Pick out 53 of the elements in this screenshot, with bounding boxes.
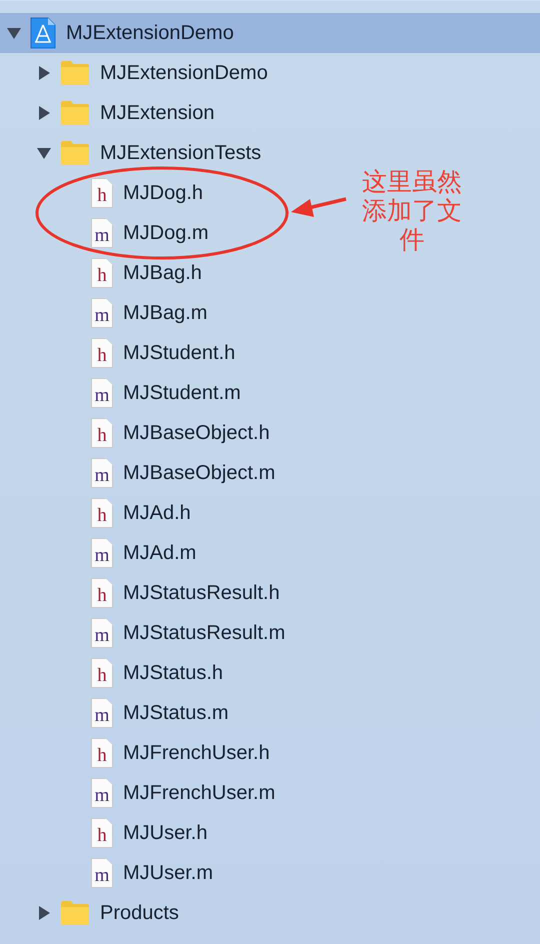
file-icon: m — [91, 858, 113, 888]
file-icon: m — [91, 458, 113, 488]
disclosure-triangle[interactable] — [6, 25, 22, 41]
file-icon: h — [91, 418, 113, 448]
file-icon: m — [91, 218, 113, 248]
file-icon: m — [91, 698, 113, 728]
folder-icon — [60, 100, 90, 126]
disclosure-triangle[interactable] — [36, 145, 52, 161]
navigator-row[interactable]: Products — [0, 893, 185, 933]
project-icon — [30, 17, 56, 49]
file-icon: m — [91, 298, 113, 328]
navigator-row[interactable]: m MJStudent.m — [0, 373, 247, 413]
navigator-row[interactable]: MJExtension — [0, 93, 220, 133]
folder-icon — [60, 900, 90, 926]
navigator-row[interactable]: m MJDog.m — [0, 213, 215, 253]
navigator-row[interactable]: h MJStatusResult.h — [0, 573, 286, 613]
navigator-row[interactable]: h MJStatus.h — [0, 653, 230, 693]
navigator-row[interactable]: h MJDog.h — [0, 173, 210, 213]
navigator-row[interactable]: m MJUser.m — [0, 853, 219, 893]
file-icon: m — [91, 538, 113, 568]
navigator-row[interactable]: m MJFrenchUser.m — [0, 773, 282, 813]
navigator-row[interactable]: h MJStudent.h — [0, 333, 242, 373]
file-icon: h — [91, 578, 113, 608]
file-icon: h — [91, 658, 113, 688]
disclosure-triangle[interactable] — [36, 105, 52, 121]
disclosure-triangle[interactable] — [36, 65, 52, 81]
navigator-row[interactable]: m MJBaseObject.m — [0, 453, 282, 493]
navigator-row[interactable]: h MJBag.h — [0, 253, 208, 293]
navigator-row[interactable]: h MJUser.h — [0, 813, 214, 853]
file-icon: h — [91, 738, 113, 768]
file-icon: h — [91, 338, 113, 368]
navigator-row[interactable]: MJExtensionTests — [0, 133, 268, 173]
file-icon: h — [91, 258, 113, 288]
folder-icon — [60, 60, 90, 86]
navigator-row[interactable]: m MJStatus.m — [0, 693, 235, 733]
folder-icon — [60, 140, 90, 166]
navigator-row[interactable]: h MJBaseObject.h — [0, 413, 276, 453]
navigator-row[interactable]: MJExtensionDemo — [0, 53, 274, 93]
navigator-row[interactable]: h MJAd.h — [0, 493, 197, 533]
navigator-row[interactable]: m MJBag.m — [0, 293, 214, 333]
file-icon: m — [91, 778, 113, 808]
disclosure-triangle[interactable] — [36, 905, 52, 921]
arrow — [291, 197, 346, 217]
navigator-row[interactable]: m MJStatusResult.m — [0, 613, 292, 653]
file-icon: h — [91, 498, 113, 528]
navigator-row[interactable]: h MJFrenchUser.h — [0, 733, 276, 773]
file-icon: h — [91, 818, 113, 848]
navigator-row[interactable]: m MJAd.m — [0, 533, 202, 573]
file-icon: m — [91, 378, 113, 408]
file-icon: h — [91, 178, 113, 208]
annotation-note: 这里虽然添加了文件 — [361, 167, 463, 254]
file-icon: m — [91, 618, 113, 648]
navigator-row[interactable]: MJExtensionDemo — [0, 13, 540, 53]
